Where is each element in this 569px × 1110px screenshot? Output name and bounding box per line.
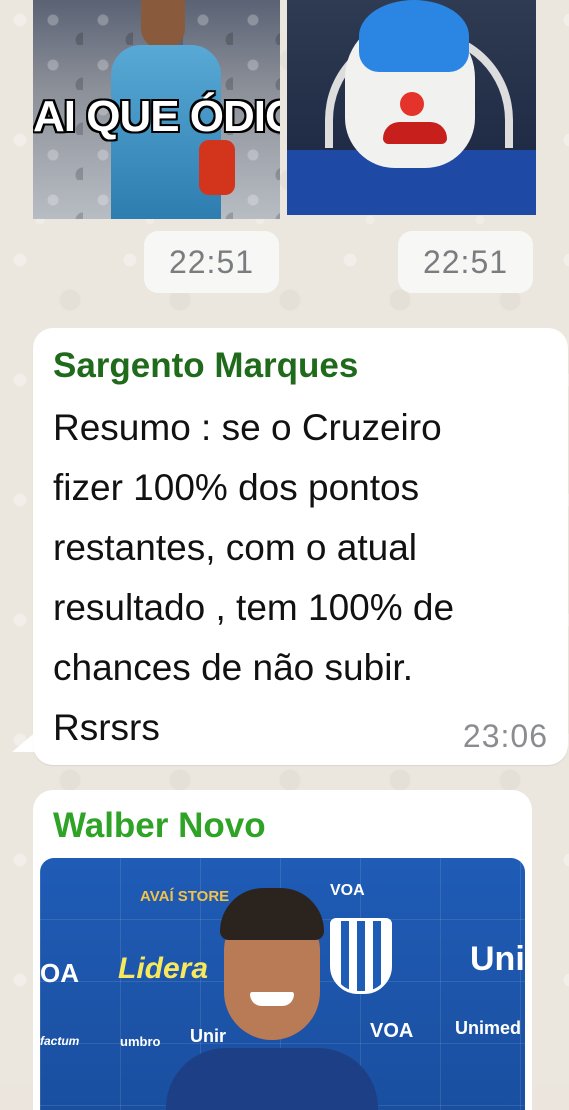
- message-timestamp: 22:51: [398, 231, 533, 293]
- sponsor-logo: VOA: [370, 1020, 414, 1042]
- sender-name[interactable]: Walber Novo: [53, 806, 266, 846]
- club-crest-icon: [330, 918, 392, 994]
- sponsor-logo: Unimed: [455, 1018, 522, 1038]
- clown-mouth: [383, 122, 447, 144]
- sponsor-logo: Uni: [470, 940, 525, 978]
- photo-attachment[interactable]: AVAÍ STORE VOA OA Lidera Uni factum umbr…: [40, 858, 525, 1110]
- image-message-left[interactable]: AI QUE ÓDIO: [33, 0, 280, 219]
- sponsor-logo: Lidera: [118, 952, 209, 985]
- sponsor-logo: VOA: [330, 882, 365, 899]
- person-portrait: [166, 888, 378, 1110]
- message-timestamp: 22:51: [144, 231, 279, 293]
- image-message-right[interactable]: [287, 0, 536, 215]
- clown-nose: [400, 92, 424, 116]
- message-text: Resumo : se o Cruzeiro fizer 100% dos po…: [53, 407, 455, 748]
- sponsor-logo: factum: [40, 1034, 80, 1048]
- photo-message-bubble[interactable]: Walber Novo AVAÍ STORE VOA OA Lidera Uni…: [33, 790, 532, 1110]
- sponsor-logo: umbro: [120, 1034, 161, 1049]
- text-message-bubble[interactable]: Sargento Marques Resumo : se o Cruzeiro …: [33, 328, 568, 765]
- message-timestamp: 23:06: [462, 718, 548, 754]
- sponsor-logo: OA: [40, 958, 79, 988]
- sender-name[interactable]: Sargento Marques: [53, 346, 358, 386]
- image-caption: AI QUE ÓDIO: [33, 92, 280, 141]
- blue-cap: [359, 0, 469, 72]
